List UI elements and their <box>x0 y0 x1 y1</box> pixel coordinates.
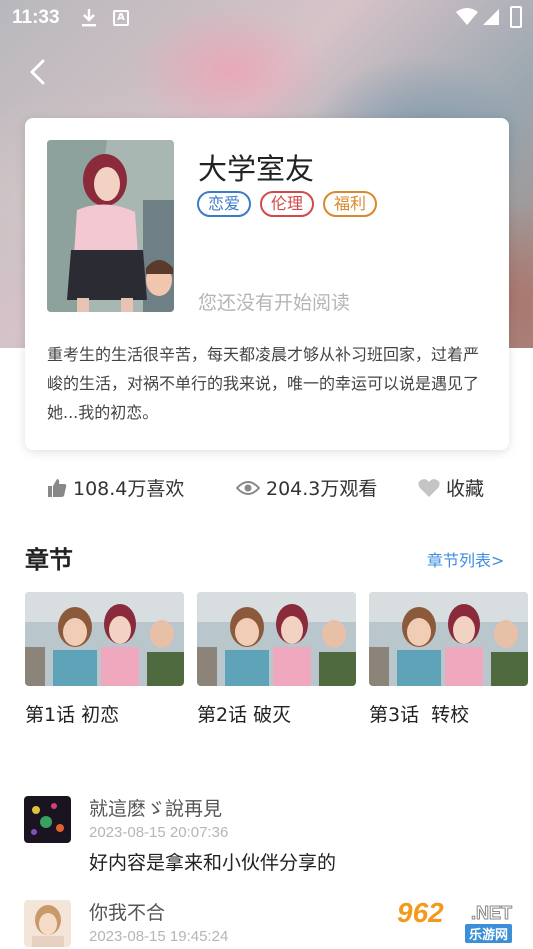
chapter-list-link[interactable]: 章节列表> <box>427 547 504 571</box>
comment-username: 就這麽ゞ說再見 <box>89 798 223 820</box>
reading-status: 您还没有开始阅读 <box>198 292 351 314</box>
wifi-icon <box>456 8 478 25</box>
genre-tag[interactable]: 恋爱 <box>197 191 252 217</box>
genre-tag[interactable]: 福利 <box>323 191 378 217</box>
back-button[interactable] <box>22 56 54 88</box>
chapter-thumbnail[interactable] <box>197 592 356 686</box>
chapter-label: 第3话 转校 <box>369 704 470 726</box>
watermark-sub: 乐游网 <box>465 924 513 943</box>
book-description: 重考生的生活很辛苦，每天都凌晨才够从补习班回家，过着严峻的生活，对祸不单行的我来… <box>47 345 480 422</box>
book-info-card: 大学室友 恋爱 伦理 福利 您还没有开始阅读 重考生的生活很辛苦，每天都凌晨才够… <box>25 118 509 450</box>
chapter-item[interactable]: 第1话 初恋 <box>25 592 184 727</box>
chapter-thumbnail[interactable] <box>369 592 528 686</box>
book-cover[interactable] <box>47 140 174 312</box>
battery-icon <box>510 6 522 28</box>
signal-icon <box>483 9 499 25</box>
eye-icon <box>236 480 260 495</box>
thumbs-up-icon <box>48 478 67 497</box>
views-stat: 204.3万观看 <box>236 474 377 501</box>
status-time: 11:33 <box>12 7 60 28</box>
site-watermark: 962 .NET 乐游网 <box>393 897 528 943</box>
comment-text: 好内容是拿来和小伙伴分享的 <box>89 852 337 874</box>
chapter-thumbnail[interactable] <box>25 592 184 686</box>
views-count: 204.3万观看 <box>266 478 378 500</box>
a-notification-icon: A <box>113 10 129 26</box>
like-button[interactable]: 108.4万喜欢 <box>47 474 184 501</box>
likes-count: 108.4万喜欢 <box>73 478 185 500</box>
comment-username: 你我不合 <box>89 902 166 924</box>
chapter-label: 第1话 初恋 <box>25 704 120 726</box>
download-icon <box>82 9 96 27</box>
watermark-number: 962 <box>397 897 444 928</box>
chapters-heading: 章节 <box>25 546 73 574</box>
comment-timestamp: 2023-08-15 20:07:36 <box>89 824 229 841</box>
chapter-item[interactable]: 第3话 转校 <box>369 592 528 727</box>
genre-tag[interactable]: 伦理 <box>260 191 315 217</box>
watermark-net: .NET <box>470 903 513 924</box>
genre-tags: 恋爱 伦理 福利 <box>197 191 378 217</box>
favorite-label: 收藏 <box>446 478 485 500</box>
cover-illustration <box>47 140 174 312</box>
avatar[interactable] <box>24 796 71 843</box>
avatar[interactable] <box>24 900 71 947</box>
favorite-button[interactable]: 收藏 <box>418 474 484 501</box>
heart-icon <box>418 478 440 497</box>
chapter-label: 第2话 破灭 <box>197 704 292 726</box>
chapter-item[interactable]: 第2话 破灭 <box>197 592 356 727</box>
status-bar: 11:33 A <box>0 0 533 36</box>
stats-bar: 108.4万喜欢 204.3万观看 收藏 <box>0 474 533 506</box>
book-title: 大学室友 <box>198 152 315 186</box>
comment-timestamp: 2023-08-15 19:45:24 <box>89 928 229 945</box>
